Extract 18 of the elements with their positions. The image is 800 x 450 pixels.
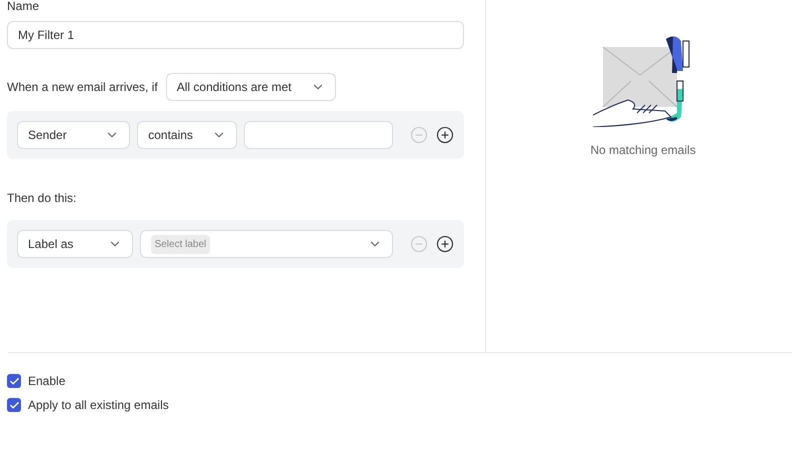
action-dropdown[interactable]: Label as [17,230,133,258]
checkbox[interactable] [7,374,21,388]
checkbox-label: Apply to all existing emails [28,397,169,414]
check-icon [8,400,20,410]
field-dropdown[interactable]: Sender [17,121,130,149]
checkbox[interactable] [7,398,21,412]
add-icon[interactable] [436,126,454,144]
operator-dropdown[interactable]: contains [137,121,237,149]
empty-message: No matching emails [590,142,696,159]
value-field[interactable] [244,121,393,149]
condition-label: When a new email arrives, if [7,79,158,96]
check-icon [8,376,20,386]
name-label: Name [7,0,40,13]
name-field[interactable]: My Filter 1 [7,21,464,49]
add-icon[interactable] [436,235,454,253]
action-heading: Then do this: [7,190,78,207]
match-dropdown[interactable]: All conditions are met [166,73,336,101]
checkbox-label: Enable [28,373,66,390]
